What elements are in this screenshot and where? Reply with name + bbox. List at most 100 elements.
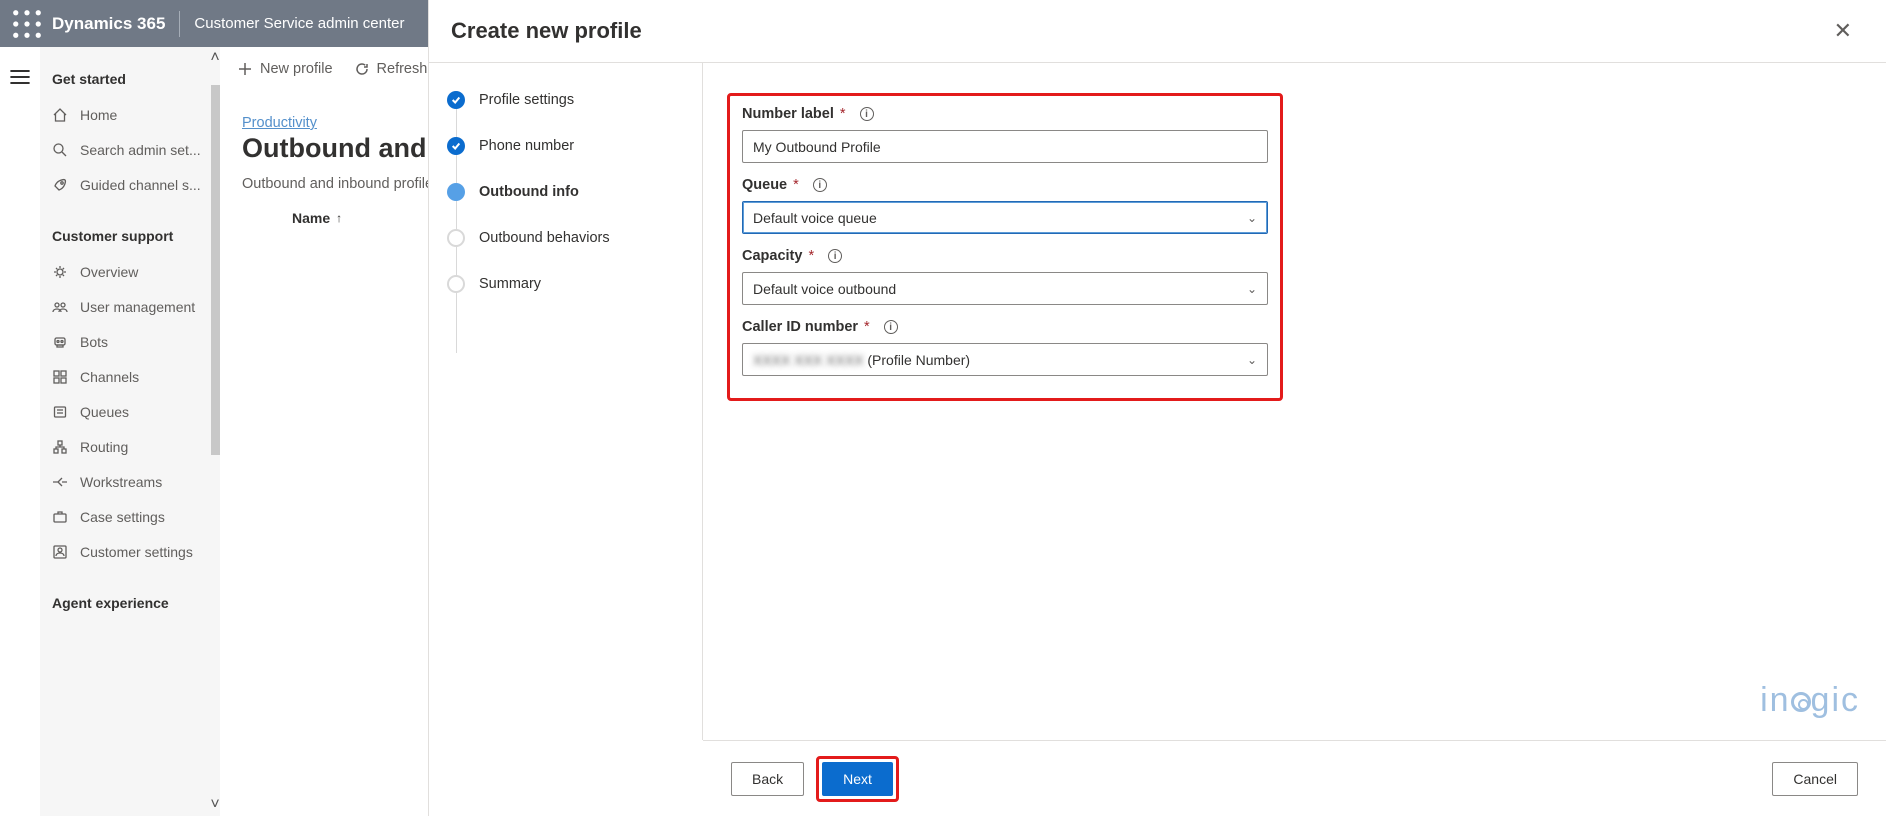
- close-icon[interactable]: ✕: [1828, 14, 1858, 48]
- overview-icon: [52, 264, 68, 280]
- sidebar-item-label: Routing: [80, 439, 128, 455]
- sidebar-item-search-admin[interactable]: Search admin set...: [40, 132, 220, 167]
- workstream-icon: [52, 474, 68, 490]
- required-icon: *: [793, 177, 799, 193]
- step-outbound-info[interactable]: Outbound info: [447, 183, 694, 201]
- new-profile-button[interactable]: New profile: [238, 61, 333, 77]
- number-label-input[interactable]: [742, 130, 1268, 163]
- info-icon[interactable]: i: [828, 249, 842, 263]
- label-text: Capacity: [742, 248, 802, 264]
- step-label: Outbound info: [479, 184, 579, 200]
- hamburger-icon[interactable]: [8, 65, 32, 89]
- sidebar-item-home[interactable]: Home: [40, 97, 220, 132]
- info-icon[interactable]: i: [860, 107, 874, 121]
- sidebar-item-customer-settings[interactable]: Customer settings: [40, 534, 220, 569]
- info-icon[interactable]: i: [884, 320, 898, 334]
- queue-dropdown[interactable]: Default voice queue ⌄: [742, 201, 1268, 234]
- header-divider: [179, 11, 180, 37]
- sidebar-item-workstreams[interactable]: Workstreams: [40, 464, 220, 499]
- create-profile-panel: Create new profile ✕ Profile settings Ph…: [428, 0, 1886, 816]
- column-header-label: Name: [292, 210, 330, 226]
- sidebar-item-bots[interactable]: Bots: [40, 324, 220, 359]
- sidebar-item-label: Customer settings: [80, 544, 193, 560]
- users-icon: [52, 299, 68, 315]
- breadcrumb-link[interactable]: Productivity: [242, 115, 317, 131]
- sidebar-item-label: Guided channel s...: [80, 177, 201, 193]
- app-launcher-icon[interactable]: [12, 9, 42, 39]
- field-capacity: Capacity * i Default voice outbound ⌄: [742, 248, 1268, 305]
- chevron-down-icon: ⌄: [1247, 211, 1257, 225]
- field-queue: Queue * i Default voice queue ⌄: [742, 177, 1268, 234]
- sidebar-group-get-started: Get started: [52, 71, 220, 87]
- sidebar-item-label: Overview: [80, 264, 138, 280]
- sidebar-item-guided-channel[interactable]: Guided channel s...: [40, 167, 220, 202]
- briefcase-icon: [52, 509, 68, 525]
- cmd-label: New profile: [260, 61, 333, 77]
- sidebar-item-label: Channels: [80, 369, 139, 385]
- channels-icon: [52, 369, 68, 385]
- field-caller-id: Caller ID number * i XXXX XXX XXXX (Prof…: [742, 319, 1268, 376]
- refresh-button[interactable]: Refresh: [355, 61, 428, 77]
- panel-title: Create new profile: [451, 18, 1828, 44]
- watermark-logo: ingic: [1760, 681, 1860, 720]
- step-phone-number[interactable]: Phone number: [447, 137, 694, 155]
- dropdown-value: XXXX XXX XXXX (Profile Number): [753, 352, 970, 368]
- sidebar: ˄ Get started Home Search admin set... G…: [40, 47, 220, 816]
- step-label: Summary: [479, 276, 541, 292]
- blurred-phone-number: XXXX XXX XXXX: [753, 352, 864, 368]
- sidebar-item-label: Queues: [80, 404, 129, 420]
- field-label: Capacity * i: [742, 248, 1268, 264]
- sidebar-item-user-management[interactable]: User management: [40, 289, 220, 324]
- info-icon[interactable]: i: [813, 178, 827, 192]
- chevron-down-icon: ⌄: [1247, 353, 1257, 367]
- field-label: Number label * i: [742, 106, 1268, 122]
- step-label: Phone number: [479, 138, 574, 154]
- highlighted-next-wrap: Next: [816, 756, 899, 802]
- sidebar-item-label: Workstreams: [80, 474, 162, 490]
- capacity-dropdown[interactable]: Default voice outbound ⌄: [742, 272, 1268, 305]
- required-icon: *: [840, 106, 846, 122]
- field-label: Caller ID number * i: [742, 319, 1268, 335]
- sidebar-item-routing[interactable]: Routing: [40, 429, 220, 464]
- step-dot-open-icon: [447, 275, 465, 293]
- highlighted-form-region: Number label * i Queue * i Default voice…: [727, 93, 1283, 401]
- cancel-button[interactable]: Cancel: [1772, 762, 1858, 796]
- bot-icon: [52, 334, 68, 350]
- step-dot-open-icon: [447, 229, 465, 247]
- next-button[interactable]: Next: [822, 762, 893, 796]
- step-label: Outbound behaviors: [479, 230, 610, 246]
- sidebar-item-label: Bots: [80, 334, 108, 350]
- sidebar-item-queues[interactable]: Queues: [40, 394, 220, 429]
- caller-id-dropdown[interactable]: XXXX XXX XXXX (Profile Number) ⌄: [742, 343, 1268, 376]
- panel-footer: Back Next Cancel: [703, 740, 1886, 816]
- label-text: Caller ID number: [742, 319, 858, 335]
- panel-header: Create new profile ✕: [429, 0, 1886, 62]
- search-icon: [52, 142, 68, 158]
- dropdown-value: Default voice queue: [753, 210, 877, 226]
- step-dot-done-icon: [447, 91, 465, 109]
- sort-ascending-icon: ↑: [336, 211, 342, 225]
- back-button[interactable]: Back: [731, 762, 804, 796]
- sidebar-item-label: Case settings: [80, 509, 165, 525]
- step-summary[interactable]: Summary: [447, 275, 694, 293]
- queue-icon: [52, 404, 68, 420]
- sidebar-item-label: Home: [80, 107, 117, 123]
- step-dot-current-icon: [447, 183, 465, 201]
- step-profile-settings[interactable]: Profile settings: [447, 91, 694, 109]
- field-number-label: Number label * i: [742, 106, 1268, 163]
- sidebar-item-case-settings[interactable]: Case settings: [40, 499, 220, 534]
- wizard-stepper: Profile settings Phone number Outbound i…: [429, 63, 703, 740]
- step-outbound-behaviors[interactable]: Outbound behaviors: [447, 229, 694, 247]
- app-title: Dynamics 365: [52, 14, 165, 34]
- label-text: Queue: [742, 177, 787, 193]
- sidebar-item-channels[interactable]: Channels: [40, 359, 220, 394]
- routing-icon: [52, 439, 68, 455]
- field-label: Queue * i: [742, 177, 1268, 193]
- caller-id-suffix: (Profile Number): [864, 352, 971, 368]
- sidebar-item-overview[interactable]: Overview: [40, 254, 220, 289]
- sitemap-toggle-col: [0, 47, 40, 816]
- customer-icon: [52, 544, 68, 560]
- dropdown-value: Default voice outbound: [753, 281, 896, 297]
- label-text: Number label: [742, 106, 834, 122]
- cmd-label: Refresh: [377, 61, 428, 77]
